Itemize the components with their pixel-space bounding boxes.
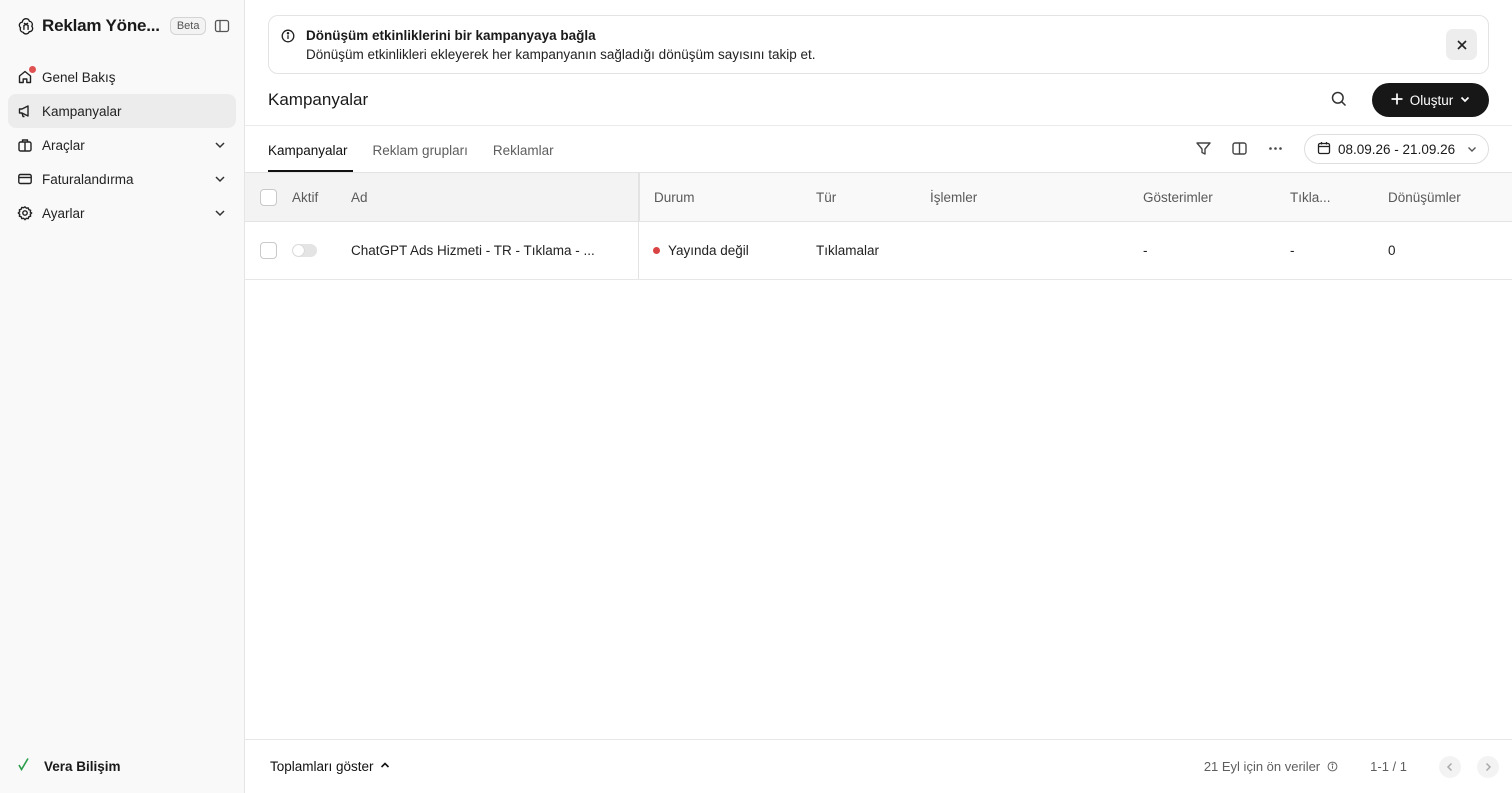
chevron-down-icon [213,172,227,186]
chevron-down-icon [1466,143,1478,155]
calendar-icon [1317,141,1331,158]
row-active-cell [292,222,351,279]
sidebar-item-overview[interactable]: Genel Bakış [8,60,236,94]
select-all-cell [245,173,292,221]
sidebar-item-label: Genel Bakış [42,69,116,85]
impressions-cell: - [1143,243,1148,258]
select-all-checkbox[interactable] [260,188,277,206]
table-header: Aktif Ad Durum Tür İşlemler Gösterimler … [245,172,1512,222]
previous-page-button[interactable] [1439,755,1461,778]
create-button[interactable]: Oluştur [1372,83,1489,117]
chevron-down-icon [213,206,227,220]
show-totals-button[interactable]: Toplamları göster [270,759,391,774]
more-options-icon[interactable] [1267,140,1285,158]
date-range-picker[interactable]: 08.09.26 - 21.09.26 [1304,134,1489,164]
banner-description: Dönüşüm etkinlikleri ekleyerek her kampa… [306,47,816,62]
create-button-label: Oluştur [1409,92,1454,108]
gear-icon [17,205,33,221]
conversion-banner: Dönüşüm etkinliklerini bir kampanyaya ba… [268,15,1489,74]
workspace-name: Vera Bilişim [44,758,121,774]
beta-badge: Beta [169,17,207,35]
megaphone-icon [17,103,33,119]
filter-icon[interactable] [1195,140,1213,158]
brand-header: Reklam Yöne... Beta [0,0,244,52]
chevron-up-icon [379,759,391,774]
sidebar-item-label: Faturalandırma [42,171,134,187]
status-label: Yayında değil [668,243,749,258]
date-range-value: 08.09.26 - 21.09.26 [1338,141,1456,157]
tab-ad-groups[interactable]: Reklam grupları [373,128,468,172]
row-checkbox[interactable] [260,242,277,259]
table-row[interactable]: ChatGPT Ads Hizmeti - TR - Tıklama - ...… [245,222,1512,280]
header-divider [245,125,1512,126]
row-select-cell [245,222,292,279]
openai-logo-icon[interactable] [16,16,36,36]
workspace-logo-icon [16,756,36,777]
app-title: Reklam Yöne... [42,16,160,35]
column-header-clicks[interactable]: Tıkla... [1290,173,1388,221]
column-header-active[interactable]: Aktif [292,173,351,221]
campaign-name[interactable]: ChatGPT Ads Hizmeti - TR - Tıklama - ... [351,222,639,279]
pagination-text: 1-1 / 1 [1370,759,1407,774]
chevron-down-icon [1459,93,1471,108]
page-header: Kampanyalar Oluştur [268,83,1489,117]
column-header-operations[interactable]: İşlemler [930,173,1143,221]
sidebar-item-settings[interactable]: Ayarlar [8,196,236,230]
notification-dot [29,66,36,73]
data-note: 21 Eyl için ön veriler [1203,759,1321,774]
column-header-status[interactable]: Durum [639,173,816,221]
active-toggle[interactable] [292,244,317,257]
campaigns-table: Aktif Ad Durum Tür İşlemler Gösterimler … [245,172,1512,280]
sidebar: Reklam Yöne... Beta Genel Bakış Kampanya… [0,0,245,793]
type-cell: Tıklamalar [816,243,880,258]
info-icon [281,29,295,43]
main-content: Dönüşüm etkinliklerini bir kampanyaya ba… [245,0,1512,793]
sidebar-toggle-icon[interactable] [214,18,230,34]
credit-card-icon [17,171,33,187]
info-icon[interactable] [1327,761,1339,773]
column-header-impressions[interactable]: Gösterimler [1143,173,1290,221]
status-cell: Yayında değil [639,222,816,279]
columns-icon[interactable] [1231,140,1249,158]
sidebar-item-label: Ayarlar [42,205,85,221]
table-footer: Toplamları göster 21 Eyl için ön veriler… [245,739,1512,793]
sidebar-item-campaigns[interactable]: Kampanyalar [8,94,236,128]
search-icon[interactable] [1330,90,1350,110]
conversions-cell: 0 [1388,243,1396,258]
next-page-button[interactable] [1477,755,1499,778]
show-totals-label: Toplamları göster [270,759,374,774]
operations-cell [930,222,1143,279]
footer-right: 21 Eyl için ön veriler 1-1 / 1 [1203,755,1512,778]
sidebar-item-label: Kampanyalar [42,103,122,119]
sidebar-item-billing[interactable]: Faturalandırma [8,162,236,196]
tab-campaigns[interactable]: Kampanyalar [268,128,353,172]
banner-close-button[interactable] [1446,29,1477,60]
column-header-type[interactable]: Tür [816,173,930,221]
column-header-conversions[interactable]: Dönüşümler [1388,173,1512,221]
page-title: Kampanyalar [268,90,369,109]
sidebar-item-tools[interactable]: Araçlar [8,128,236,162]
chevron-down-icon [213,138,227,152]
sidebar-nav: Genel Bakış Kampanyalar Araçlar Faturala… [0,52,244,230]
column-header-name[interactable]: Ad [351,173,639,221]
sidebar-item-label: Araçlar [42,137,85,153]
tools-icon [17,137,33,153]
tab-ads[interactable]: Reklamlar [493,128,554,172]
plus-icon [1390,92,1404,109]
table-toolbar: 08.09.26 - 21.09.26 [1177,134,1489,164]
clicks-cell: - [1290,243,1295,258]
workspace-switcher[interactable]: Vera Bilişim [0,739,245,793]
status-dot [653,247,660,254]
tab-bar: Kampanyalar Reklam grupları Reklamlar [268,128,579,172]
banner-title: Dönüşüm etkinliklerini bir kampanyaya ba… [306,28,596,43]
